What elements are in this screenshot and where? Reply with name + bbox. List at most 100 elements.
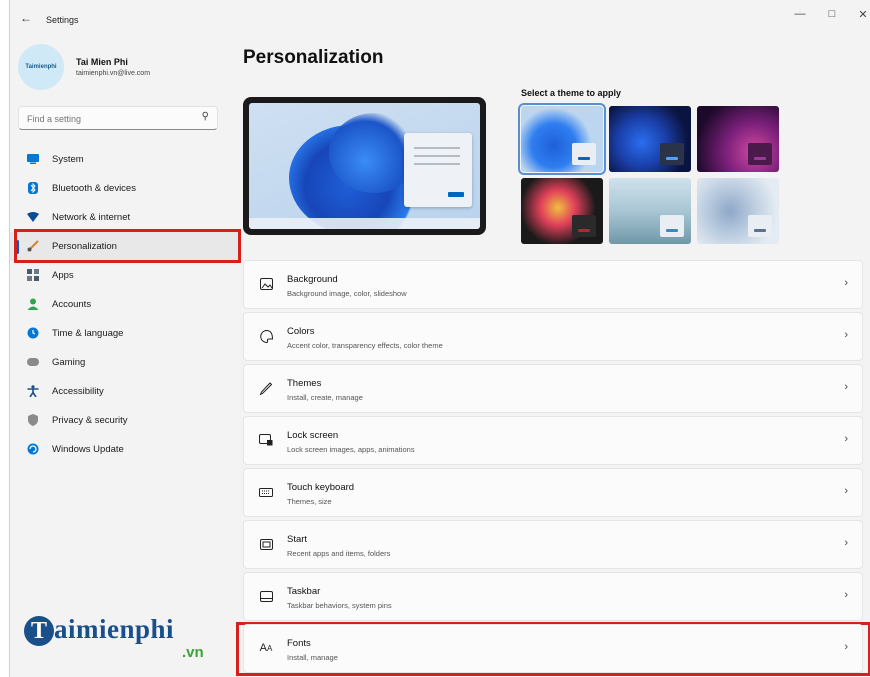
theme-windows-light[interactable] (518, 103, 606, 175)
window-title: Settings (46, 15, 79, 25)
sidebar-item-label: Gaming (52, 357, 86, 368)
card-subtitle: Themes, size (287, 497, 332, 506)
theme-windows-dark[interactable] (609, 106, 691, 172)
close-button[interactable]: ✕ (853, 8, 870, 21)
search-input[interactable] (27, 111, 187, 126)
card-themes[interactable]: Themes Install, create, manage › (243, 364, 863, 413)
pen-icon (258, 380, 274, 396)
theme-mini-window (660, 215, 684, 237)
back-arrow-icon[interactable]: ← (20, 11, 32, 25)
card-title: Background (287, 274, 338, 285)
sidebar-item-label: Privacy & security (52, 415, 128, 426)
user-profile[interactable]: Taimienphi Tai Mien Phi taimienphi.vn@li… (18, 44, 168, 92)
sidebar-item-privacy[interactable]: Privacy & security (10, 406, 240, 435)
search-icon[interactable]: ⚲ (202, 111, 209, 122)
card-title: Colors (287, 326, 315, 337)
brand-name: aimienphi (54, 614, 175, 644)
chevron-right-icon: › (844, 329, 848, 341)
theme-glow[interactable] (697, 106, 779, 172)
start-icon (258, 536, 274, 552)
card-start[interactable]: Start Recent apps and items, folders › (243, 520, 863, 569)
card-background[interactable]: Background Background image, color, slid… (243, 260, 863, 309)
card-fonts[interactable]: AA Fonts Install, manage › (243, 624, 863, 673)
maximize-button[interactable]: □ (822, 8, 842, 20)
theme-grid (518, 103, 781, 246)
search-box[interactable]: ⚲ (18, 106, 218, 130)
profile-name: Tai Mien Phi (76, 57, 128, 67)
theme-preview (243, 97, 486, 235)
sidebar-item-windows-update[interactable]: Windows Update (10, 435, 240, 464)
taskbar-icon (258, 588, 274, 604)
apps-icon (27, 269, 39, 281)
card-subtitle: Lock screen images, apps, animations (287, 445, 415, 454)
chevron-right-icon: › (844, 589, 848, 601)
sidebar-item-time-language[interactable]: Time & language (10, 319, 240, 348)
sidebar-item-accessibility[interactable]: Accessibility (10, 377, 240, 406)
keyboard-icon (258, 484, 274, 500)
card-title: Lock screen (287, 430, 339, 441)
preview-screen (249, 103, 480, 229)
sidebar-item-personalization[interactable]: Personalization (10, 232, 240, 261)
preview-taskbar (249, 218, 480, 229)
sidebar-item-label: Network & internet (52, 212, 131, 223)
sidebar-item-network[interactable]: Network & internet (10, 203, 240, 232)
lock-screen-icon (258, 432, 274, 448)
gamepad-icon (27, 356, 39, 368)
page-title: Personalization (243, 47, 384, 68)
card-subtitle: Taskbar behaviors, system pins (287, 601, 392, 610)
sidebar-item-label: Time & language (52, 328, 124, 339)
shield-icon (27, 414, 39, 426)
card-lock-screen[interactable]: Lock screen Lock screen images, apps, an… (243, 416, 863, 465)
card-subtitle: Background image, color, slideshow (287, 289, 407, 298)
sidebar-item-bluetooth[interactable]: Bluetooth & devices (10, 174, 240, 203)
sidebar-item-gaming[interactable]: Gaming (10, 348, 240, 377)
theme-flow[interactable] (697, 178, 779, 244)
globe-clock-icon (27, 327, 39, 339)
chevron-right-icon: › (844, 537, 848, 549)
preview-line (414, 163, 460, 165)
card-title: Taskbar (287, 586, 321, 597)
active-indicator (16, 240, 19, 254)
theme-captured-motion[interactable] (521, 178, 603, 244)
themes-label: Select a theme to apply (521, 88, 622, 98)
sidebar-item-label: Accessibility (52, 386, 104, 397)
theme-sunrise[interactable] (609, 178, 691, 244)
brand-tld: .vn (182, 644, 204, 661)
title-bar: ← Settings — □ ✕ (10, 0, 870, 40)
preview-button (448, 192, 464, 197)
person-icon (27, 298, 39, 310)
sidebar-item-label: Bluetooth & devices (52, 183, 136, 194)
image-icon (258, 276, 274, 292)
monitor-icon (27, 153, 39, 165)
sidebar-item-label: Personalization (52, 241, 117, 252)
minimize-button[interactable]: — (790, 8, 810, 20)
sidebar-item-accounts[interactable]: Accounts (10, 290, 240, 319)
profile-email: taimienphi.vn@live.com (76, 70, 151, 77)
card-subtitle: Install, manage (287, 653, 338, 662)
sidebar-item-apps[interactable]: Apps (10, 261, 240, 290)
avatar-logo-text: Taimienphi (25, 64, 57, 70)
chevron-right-icon: › (844, 485, 848, 497)
sidebar-nav: System Bluetooth & devices Network & int… (10, 145, 240, 464)
theme-mini-window (572, 143, 596, 165)
wifi-icon (27, 211, 39, 223)
card-colors[interactable]: Colors Accent color, transparency effect… (243, 312, 863, 361)
card-touch-keyboard[interactable]: Touch keyboard Themes, size › (243, 468, 863, 517)
theme-mini-window (572, 215, 596, 237)
card-title: Themes (287, 378, 322, 389)
preview-window (404, 133, 472, 207)
chevron-right-icon: › (844, 433, 848, 445)
preview-line (414, 155, 460, 157)
taimienphi-logo: T aimienphi .vn (24, 612, 224, 668)
brush-icon (27, 240, 39, 252)
card-title: Start (287, 534, 308, 545)
card-taskbar[interactable]: Taskbar Taskbar behaviors, system pins › (243, 572, 863, 621)
avatar: Taimienphi (18, 44, 64, 90)
chevron-right-icon: › (844, 277, 848, 289)
sidebar-item-system[interactable]: System (10, 145, 240, 174)
card-subtitle: Install, create, manage (287, 393, 363, 402)
theme-mini-window (660, 143, 684, 165)
sidebar-item-label: Windows Update (52, 444, 124, 455)
card-subtitle: Accent color, transparency effects, colo… (287, 341, 443, 350)
card-title: Fonts (287, 638, 311, 649)
